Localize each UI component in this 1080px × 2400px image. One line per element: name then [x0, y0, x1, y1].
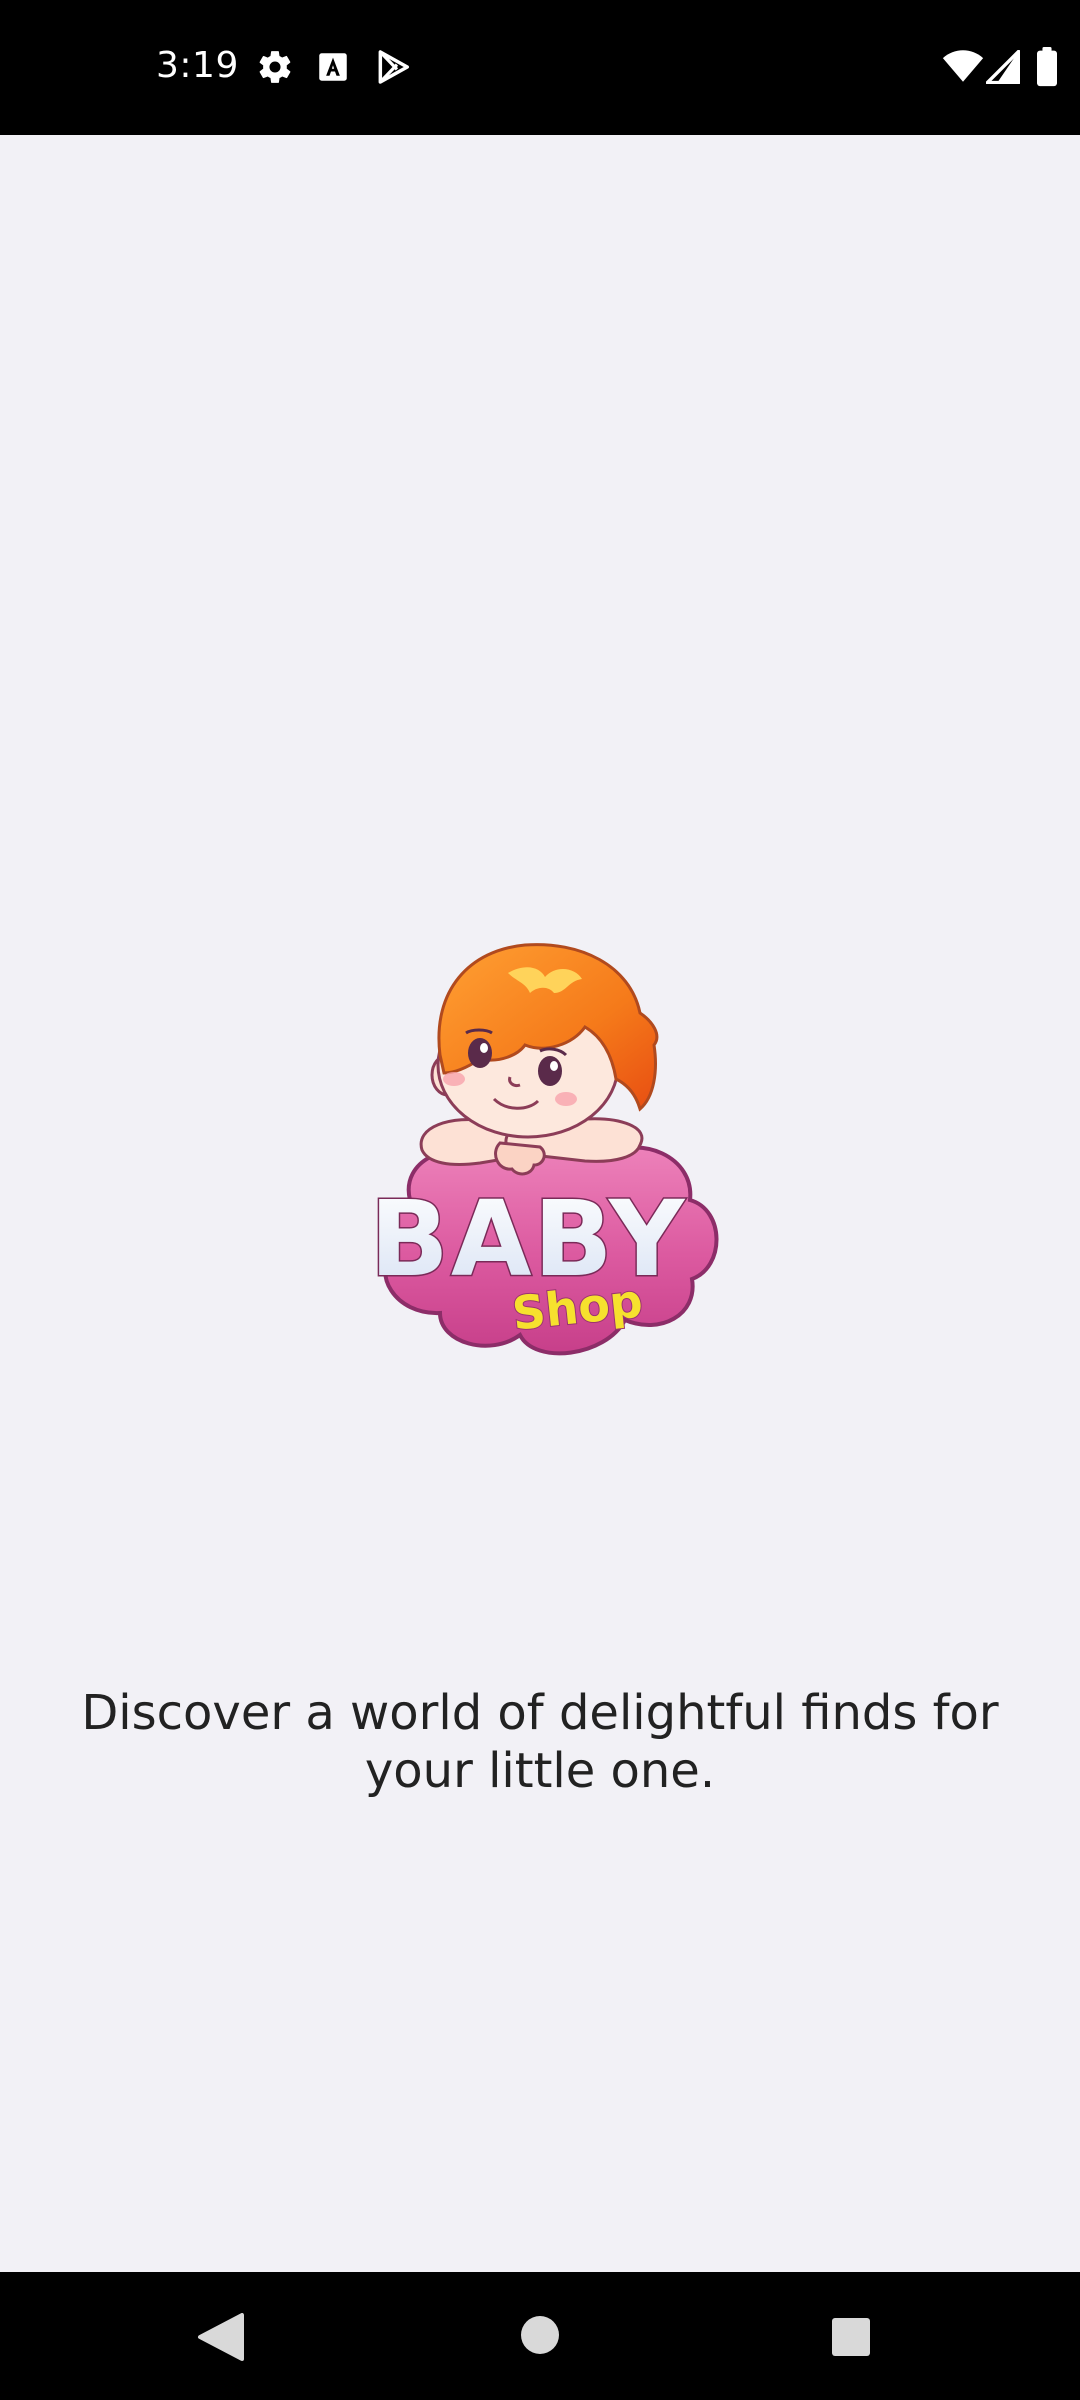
back-icon[interactable]: [196, 2313, 246, 2361]
baby-shop-logo: BABY Shop: [368, 943, 719, 1356]
status-bar: 3:19: [0, 0, 1080, 135]
battery-icon: [1037, 47, 1057, 87]
recents-icon[interactable]: [831, 2317, 871, 2357]
home-icon[interactable]: [520, 2315, 560, 2355]
cellular-signal-icon: [986, 50, 1020, 84]
play-store-icon: [378, 50, 409, 84]
wifi-icon: [942, 50, 984, 82]
gear-icon: [259, 51, 291, 83]
splash-screen: BABY Shop Discover a world of delightful…: [0, 135, 1080, 2272]
navigation-bar: [0, 2272, 1080, 2400]
font-a-icon: [319, 53, 347, 81]
status-time: 3:19: [156, 45, 239, 86]
tagline-text: Discover a world of delightful finds for…: [81, 1685, 999, 1799]
